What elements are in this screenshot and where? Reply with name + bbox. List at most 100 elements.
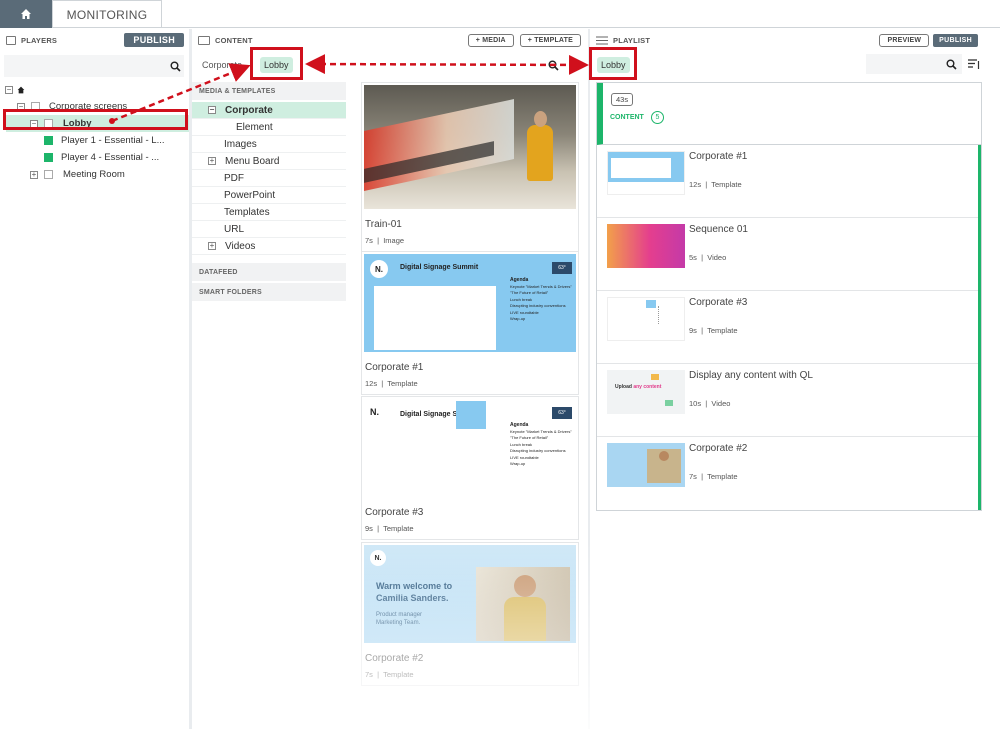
item-type: Video xyxy=(707,253,727,262)
folder-powerpoint[interactable]: PowerPoint xyxy=(192,187,346,204)
expand-icon[interactable]: + xyxy=(30,170,38,179)
tree-item-lobby[interactable]: − Lobby xyxy=(6,115,190,132)
sort-icon[interactable] xyxy=(968,59,980,70)
playlist-panel: PLAYLIST PREVIEW PUBLISH Lobby 43s CONTE… xyxy=(590,29,986,729)
playlist-item[interactable]: Sequence 01 5s | Video xyxy=(597,218,978,291)
card-duration: 7s xyxy=(365,670,373,679)
playlist-item[interactable]: Corporate #3 9s | Template xyxy=(597,291,978,364)
playlist-header: PLAYLIST xyxy=(613,35,651,45)
item-type: Template xyxy=(707,472,738,481)
thumb-agenda-item: Wrap-up xyxy=(510,460,526,466)
thumb-agenda-item: Disrupting industry conventions xyxy=(510,303,566,309)
folder-menu-board[interactable]: + Menu Board xyxy=(192,153,346,170)
playlist-item[interactable]: Corporate #2 7s | Template xyxy=(597,437,978,510)
tree-item-player4[interactable]: Player 4 - Essential - ... xyxy=(0,149,190,166)
checkbox[interactable] xyxy=(44,170,53,179)
thumb-upload-text: any content xyxy=(633,384,662,390)
lobby-chip[interactable]: Lobby xyxy=(597,57,630,73)
content-count-badge: 5 xyxy=(651,111,664,124)
media-card[interactable]: N. Digital Signage Summit Agenda Keynote… xyxy=(361,251,579,395)
expand-icon[interactable]: + xyxy=(208,242,216,250)
folder-url[interactable]: URL xyxy=(192,221,346,238)
tree-item-corporate-screens[interactable]: − Corporate screens xyxy=(0,98,190,115)
weather-badge: 63° xyxy=(552,262,572,274)
section-media-templates[interactable]: MEDIA & TEMPLATES xyxy=(192,82,346,100)
section-datafeed[interactable]: DATAFEED xyxy=(192,263,346,281)
card-duration: 12s xyxy=(365,379,378,388)
folder-element[interactable]: Element xyxy=(192,119,346,136)
folder-images[interactable]: Images xyxy=(192,136,346,153)
section-smart-folders[interactable]: SMART FOLDERS xyxy=(192,283,346,301)
search-icon[interactable] xyxy=(946,59,957,70)
expand-icon[interactable]: + xyxy=(208,157,216,165)
content-panel: CONTENT + MEDIA + TEMPLATE Corporate Lob… xyxy=(192,29,589,729)
players-publish-button[interactable]: PUBLISH xyxy=(124,33,184,47)
media-card[interactable]: N. Digital Signage Summit Agenda Keynote… xyxy=(361,396,579,540)
collapse-icon[interactable]: − xyxy=(30,119,38,128)
item-duration: 10s xyxy=(689,399,702,408)
thumb-welcome: Warm welcome to xyxy=(376,581,453,591)
card-meta: 7s | Image xyxy=(365,236,405,245)
tab-monitoring[interactable]: MONITORING xyxy=(52,0,162,28)
logo: N. xyxy=(370,407,379,417)
playlist-publish-button[interactable]: PUBLISH xyxy=(933,33,978,47)
folder-pdf[interactable]: PDF xyxy=(192,170,346,187)
folder-templates[interactable]: Templates xyxy=(192,204,346,221)
players-header: PLAYERS xyxy=(21,35,58,45)
folder-label: Templates xyxy=(224,206,270,218)
playlist-item[interactable]: Corporate #1 12s | Template xyxy=(597,145,978,218)
card-type: Template xyxy=(383,670,414,679)
thumb-welcome: Camilia Sanders. xyxy=(376,592,449,603)
home-tab[interactable] xyxy=(0,0,52,28)
tree-label: Player 1 - Essential - L... xyxy=(61,135,165,146)
folder-label: URL xyxy=(224,223,245,235)
search-icon[interactable] xyxy=(170,61,181,72)
playlist-list: 43s CONTENT 5 Corporate #1 12s | Templat… xyxy=(596,82,982,511)
tree-item-meeting-room[interactable]: + Meeting Room xyxy=(0,166,190,183)
preview-button[interactable]: PREVIEW xyxy=(879,33,930,47)
thumb-agenda-item: Wrap-up xyxy=(510,315,526,321)
card-type: Image xyxy=(383,236,405,245)
checkbox[interactable] xyxy=(31,102,40,111)
media-card[interactable]: Train-01 7s | Image xyxy=(361,82,579,252)
tree-label: Lobby xyxy=(63,118,92,129)
folder-label: Element xyxy=(236,121,273,133)
playlist-item[interactable]: Upload any content Display any content w… xyxy=(597,364,978,437)
folder-label: PowerPoint xyxy=(224,189,276,201)
card-title: Corporate #2 xyxy=(365,653,424,664)
corporate3-thumbnail: N. Digital Signage Summit Agenda Keynote… xyxy=(364,399,576,497)
card-title: Corporate #1 xyxy=(365,362,424,373)
add-template-button[interactable]: + TEMPLATE xyxy=(519,33,581,47)
tree-item-player1[interactable]: Player 1 - Essential - L... xyxy=(0,132,190,149)
content-label: CONTENT xyxy=(610,114,644,121)
thumb-role: Product manager xyxy=(376,612,423,618)
breadcrumb[interactable]: Corporate xyxy=(202,60,242,70)
item-thumbnail xyxy=(607,443,685,487)
players-panel: PLAYERS PUBLISH − − Corporate screens − … xyxy=(0,29,190,729)
media-card[interactable]: N. Warm welcome to Camilia Sanders. Prod… xyxy=(361,542,579,686)
search-icon[interactable] xyxy=(548,60,559,71)
playlist-items: Corporate #1 12s | Template Sequence 01 … xyxy=(597,145,981,510)
folder-corporate[interactable]: − Corporate xyxy=(192,102,346,119)
collapse-icon[interactable]: − xyxy=(5,85,13,94)
playlist-search[interactable] xyxy=(866,54,962,74)
players-search[interactable] xyxy=(4,55,184,77)
checkbox[interactable] xyxy=(44,119,53,128)
total-duration-badge: 43s xyxy=(611,93,634,106)
item-thumbnail xyxy=(607,151,685,195)
item-title: Corporate #2 xyxy=(689,443,748,454)
thumb-agenda: Agenda xyxy=(510,277,529,283)
card-title: Train-01 xyxy=(365,219,402,230)
tree-root[interactable]: − xyxy=(0,81,190,98)
add-media-button[interactable]: + MEDIA xyxy=(467,33,514,47)
folder-label: PDF xyxy=(224,172,244,184)
players-tree: − − Corporate screens − Lobby Player 1 -… xyxy=(0,81,190,183)
playlist-icon xyxy=(596,36,608,44)
card-type: Template xyxy=(387,379,418,388)
folder-videos[interactable]: + Videos xyxy=(192,238,346,255)
card-meta: 12s | Template xyxy=(365,379,418,388)
collapse-icon[interactable]: − xyxy=(17,102,25,111)
lobby-chip[interactable]: Lobby xyxy=(260,57,293,73)
folder-label: Videos xyxy=(225,240,256,252)
collapse-icon[interactable]: − xyxy=(208,106,216,114)
